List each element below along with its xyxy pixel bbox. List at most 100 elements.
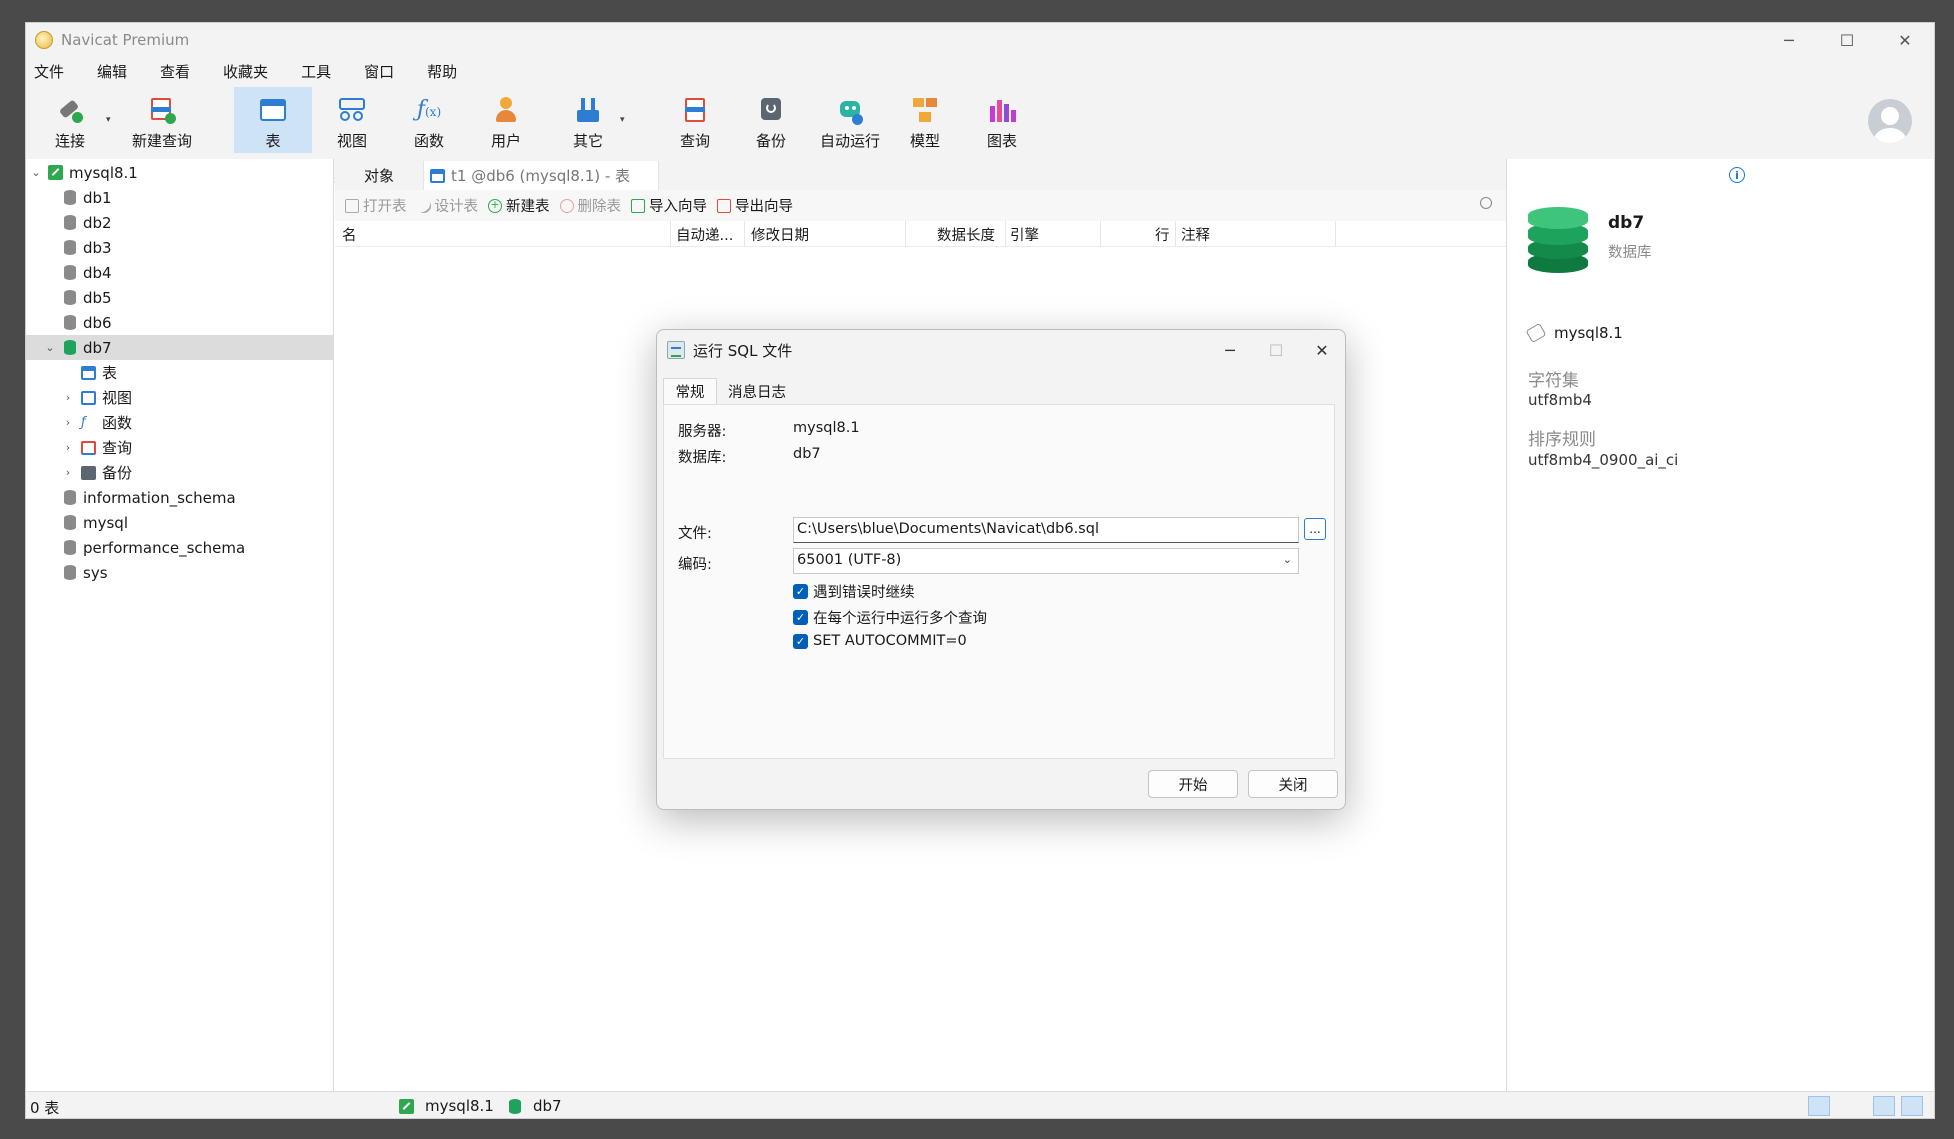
chevron-right-icon[interactable]: ›: [62, 466, 74, 479]
tree-db-sys[interactable]: sys: [26, 560, 334, 585]
backup-button[interactable]: 备份: [732, 89, 810, 153]
column-modified[interactable]: 修改日期: [751, 224, 809, 245]
chevron-down-icon[interactable]: ⌄: [44, 341, 56, 354]
start-button[interactable]: 开始: [1148, 770, 1238, 798]
dialog-minimize-button[interactable]: ─: [1207, 330, 1253, 370]
tab-general[interactable]: 常规: [663, 378, 717, 404]
column-data-length[interactable]: 数据长度: [937, 224, 995, 245]
continue-on-error-checkbox[interactable]: ✓ 遇到错误时继续: [793, 581, 915, 602]
column-engine[interactable]: 引擎: [1010, 224, 1039, 245]
connect-button[interactable]: 连接: [40, 89, 100, 153]
tree-db-6[interactable]: db6: [26, 310, 334, 335]
chart-icon: [988, 96, 1016, 124]
tree-db-4[interactable]: db4: [26, 260, 334, 285]
info-icon[interactable]: i: [1729, 167, 1745, 183]
avatar[interactable]: [1868, 99, 1912, 143]
object-grid-header: 名 自动递... 修改日期 数据长度 引擎 行 注释: [335, 221, 1506, 247]
file-path-input[interactable]: C:\Users\blue\Documents\Navicat\db6.sql: [793, 517, 1299, 543]
database-icon: [64, 240, 76, 255]
menu-window[interactable]: 窗口: [364, 61, 394, 82]
tree-db-mysql[interactable]: mysql: [26, 510, 334, 535]
open-table-button[interactable]: 打开表: [345, 195, 407, 216]
dialog-maximize-button: ☐: [1268, 340, 1284, 360]
tree-connection[interactable]: ⌄ mysql8.1: [26, 160, 334, 185]
right-panel-toggle-icon[interactable]: [1901, 1096, 1923, 1116]
db-name: db7: [1608, 213, 1645, 233]
multiple-queries-checkbox[interactable]: ✓ 在每个运行中运行多个查询: [793, 607, 987, 628]
tree-item-functions[interactable]: › ƒ 函数: [26, 410, 334, 435]
tree-item-queries[interactable]: › 查询: [26, 435, 334, 460]
grid-view-icon[interactable]: [1833, 1096, 1855, 1116]
table-button[interactable]: 表: [234, 87, 312, 153]
new-query-button[interactable]: 新建查询: [120, 89, 204, 153]
detail-view-icon[interactable]: [1808, 1096, 1830, 1116]
tab-objects[interactable]: 对象: [335, 161, 423, 190]
tree-db-performance-schema[interactable]: performance_schema: [26, 535, 334, 560]
table-icon: [430, 168, 445, 183]
db-connection: mysql8.1: [1525, 322, 1623, 344]
database-icon: [64, 565, 76, 580]
plus-circle-icon: +: [488, 198, 502, 213]
browse-button[interactable]: ...: [1304, 518, 1326, 540]
maximize-button[interactable]: ☐: [1818, 23, 1876, 57]
chevron-right-icon[interactable]: ›: [62, 441, 74, 454]
view-icon: [338, 96, 366, 124]
list-view-icon[interactable]: [1783, 1096, 1805, 1116]
import-wizard-button[interactable]: 导入向导: [631, 195, 707, 216]
menu-edit[interactable]: 编辑: [97, 61, 127, 82]
export-wizard-button[interactable]: 导出向导: [717, 195, 793, 216]
menu-view[interactable]: 查看: [160, 61, 190, 82]
menu-file[interactable]: 文件: [34, 61, 64, 82]
menu-favorites[interactable]: 收藏夹: [223, 61, 268, 82]
minimize-button[interactable]: ─: [1760, 23, 1818, 57]
query-button[interactable]: 查询: [656, 89, 734, 153]
encoding-select[interactable]: 65001 (UTF-8) ⌄: [793, 548, 1299, 574]
autocommit-checkbox[interactable]: ✓ SET AUTOCOMMIT=0: [793, 633, 967, 649]
menu-help[interactable]: 帮助: [427, 61, 457, 82]
others-dropdown-chevron-icon[interactable]: ▾: [620, 115, 625, 125]
column-auto-increment[interactable]: 自动递...: [676, 224, 733, 245]
chart-button[interactable]: 图表: [963, 89, 1041, 153]
column-rows[interactable]: 行: [1155, 224, 1170, 245]
connect-dropdown-chevron-icon[interactable]: ▾: [106, 115, 111, 125]
checkmark-icon: ✓: [793, 584, 808, 599]
close-button[interactable]: ✕: [1876, 23, 1934, 57]
column-name[interactable]: 名: [342, 224, 357, 245]
design-table-button[interactable]: 设计表: [413, 195, 478, 216]
close-dialog-button[interactable]: 关闭: [1248, 770, 1338, 798]
search-icon[interactable]: [1480, 197, 1492, 209]
chevron-right-icon[interactable]: ›: [62, 391, 74, 404]
automation-button[interactable]: 自动运行: [808, 89, 892, 153]
menu-tools[interactable]: 工具: [301, 61, 331, 82]
database-icon: [64, 190, 76, 205]
column-comment[interactable]: 注释: [1181, 224, 1210, 245]
database-value: db7: [793, 446, 821, 462]
function-button[interactable]: ƒ(x) 函数: [390, 89, 468, 153]
tree-db-5[interactable]: db5: [26, 285, 334, 310]
user-icon: [492, 96, 520, 124]
tree-item-views[interactable]: › 视图: [26, 385, 334, 410]
delete-table-button[interactable]: 删除表: [559, 195, 621, 216]
chevron-right-icon[interactable]: ›: [62, 416, 74, 429]
new-table-button[interactable]: + 新建表: [488, 195, 550, 216]
chevron-down-icon[interactable]: ⌄: [30, 166, 42, 179]
function-icon: ƒ(x): [416, 97, 442, 122]
tree-db-1[interactable]: db1: [26, 185, 334, 210]
tab-t1[interactable]: t1 @db6 (mysql8.1) - 表: [423, 161, 659, 190]
tree-db-3[interactable]: db3: [26, 235, 334, 260]
tree-db-selected[interactable]: ⌄ db7: [26, 335, 334, 360]
tree-item-tables[interactable]: 表: [26, 360, 334, 385]
info-panel: i db7 数据库 mysql8.1 字符集 utf8mb4 排序规则 utf8…: [1506, 159, 1934, 1091]
tree-db-information-schema[interactable]: information_schema: [26, 485, 334, 510]
tree-item-backups[interactable]: › 备份: [26, 460, 334, 485]
tab-message-log[interactable]: 消息日志: [719, 378, 795, 404]
tree-db-2[interactable]: db2: [26, 210, 334, 235]
left-panel-toggle-icon[interactable]: [1873, 1096, 1895, 1116]
others-button[interactable]: 其它: [549, 89, 627, 153]
general-panel: 服务器: mysql8.1 数据库: db7 文件: C:\Users\blue…: [663, 404, 1335, 759]
robot-icon: [836, 96, 864, 125]
user-button[interactable]: 用户: [467, 89, 545, 153]
view-button[interactable]: 视图: [313, 89, 391, 153]
dialog-close-button[interactable]: ✕: [1299, 330, 1345, 370]
model-button[interactable]: 模型: [886, 89, 964, 153]
